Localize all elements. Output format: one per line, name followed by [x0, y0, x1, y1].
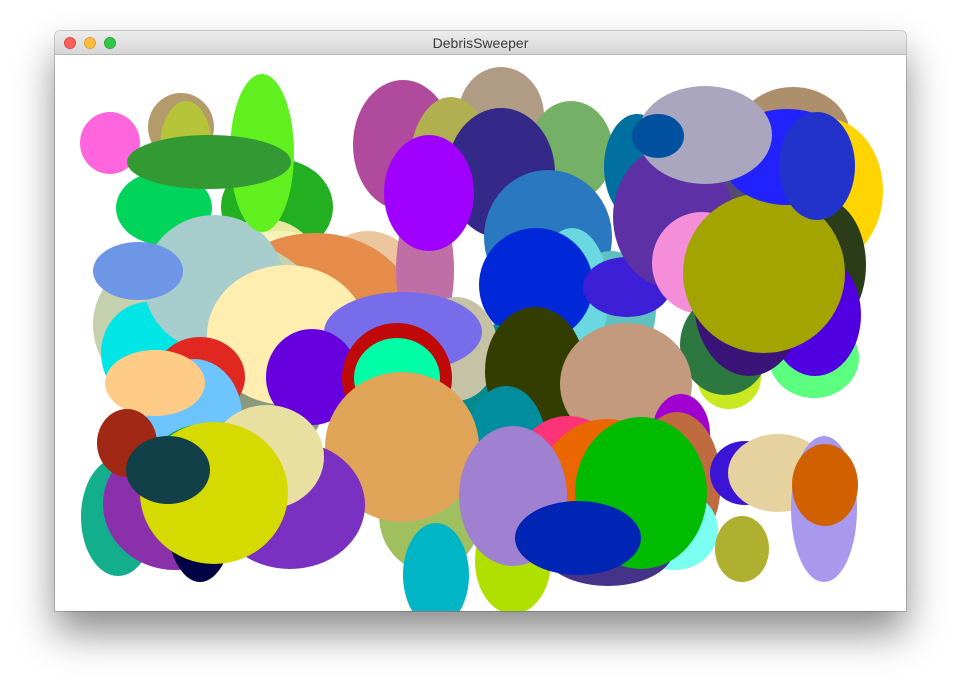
debris-blob[interactable] [126, 436, 210, 504]
window-title: DebrisSweeper [432, 35, 529, 51]
app-window: DebrisSweeper [55, 31, 906, 611]
debris-blob[interactable] [715, 516, 769, 582]
debris-blob[interactable] [105, 350, 205, 416]
debris-blob[interactable] [632, 114, 684, 158]
debris-blob[interactable] [127, 135, 291, 189]
title-bar[interactable]: DebrisSweeper [55, 31, 906, 55]
debris-blob[interactable] [515, 501, 641, 575]
debris-blob[interactable] [93, 242, 183, 300]
debris-blob[interactable] [384, 135, 474, 251]
debris-blob[interactable] [779, 112, 855, 220]
debris-field[interactable] [55, 55, 906, 611]
debris-blob[interactable] [792, 444, 858, 526]
game-canvas[interactable] [55, 55, 906, 611]
